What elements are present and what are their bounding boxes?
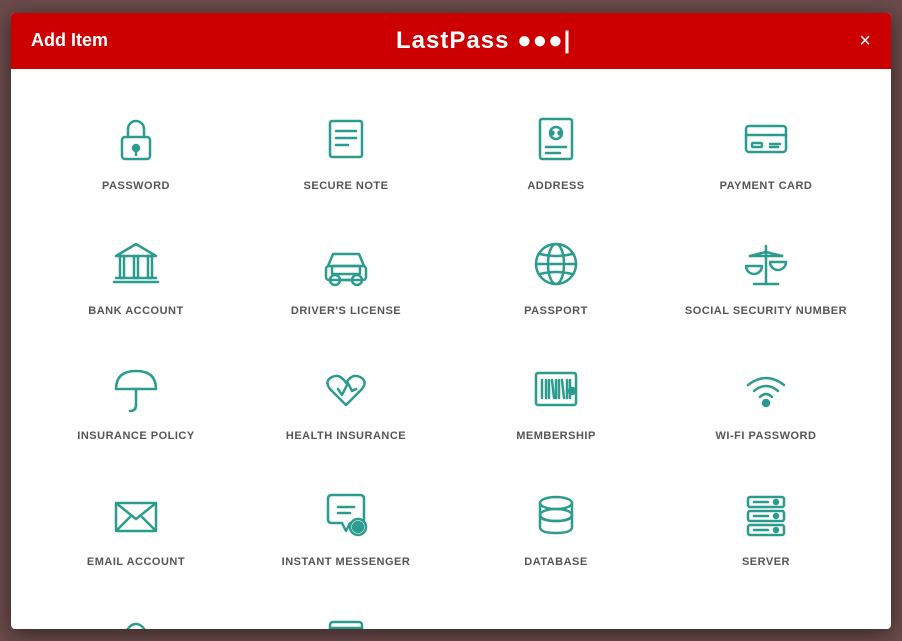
- wifi-icon: [736, 359, 796, 419]
- grid-item-address[interactable]: ADDRESS: [451, 89, 661, 214]
- items-grid: PASSWORD SECURE NOTE ADDRESS PAYMENT CAR…: [11, 79, 891, 629]
- item-label-drivers-license: DRIVER'S LICENSE: [291, 304, 401, 319]
- heart-icon: [316, 359, 376, 419]
- item-label-email-account: EMAIL ACCOUNT: [87, 555, 185, 570]
- item-label-address: ADDRESS: [527, 179, 584, 194]
- item-label-payment-card: PAYMENT CARD: [720, 179, 813, 194]
- server-icon: [736, 485, 796, 545]
- grid-item-membership[interactable]: MEMBERSHIP: [451, 339, 661, 464]
- grid-item-email-account[interactable]: EMAIL ACCOUNT: [31, 465, 241, 590]
- grid-item-wifi-password[interactable]: WI-FI PASSWORD: [661, 339, 871, 464]
- item-label-secure-note: SECURE NOTE: [304, 179, 389, 194]
- grid-item-health-insurance[interactable]: HEALTH INSURANCE: [241, 339, 451, 464]
- grid-item-password[interactable]: PASSWORD: [31, 89, 241, 214]
- item-label-password: PASSWORD: [102, 179, 170, 194]
- scale-icon: [736, 234, 796, 294]
- item-label-health-insurance: HEALTH INSURANCE: [286, 429, 406, 444]
- grid-item-passport[interactable]: PASSPORT: [451, 214, 661, 339]
- item-label-insurance-policy: INSURANCE POLICY: [77, 429, 194, 444]
- grid-item-insurance-policy[interactable]: INSURANCE POLICY: [31, 339, 241, 464]
- car-icon: [316, 234, 376, 294]
- modal-body[interactable]: PASSWORD SECURE NOTE ADDRESS PAYMENT CAR…: [11, 69, 891, 629]
- tablet-icon: [316, 610, 376, 628]
- item-label-social-security: SOCIAL SECURITY NUMBER: [685, 304, 847, 319]
- note-icon: [316, 109, 376, 169]
- grid-item-more1[interactable]: [31, 590, 241, 628]
- close-button[interactable]: ×: [859, 31, 871, 51]
- grid-item-payment-card[interactable]: PAYMENT CARD: [661, 89, 871, 214]
- item-label-wifi-password: WI-FI PASSWORD: [716, 429, 817, 444]
- item-label-instant-messenger: INSTANT MESSENGER: [282, 555, 411, 570]
- grid-item-more2[interactable]: [241, 590, 451, 628]
- hat-icon: [106, 610, 166, 628]
- grid-item-server[interactable]: SERVER: [661, 465, 871, 590]
- chat-icon: [316, 485, 376, 545]
- item-label-server: SERVER: [742, 555, 790, 570]
- item-label-bank-account: BANK ACCOUNT: [88, 304, 183, 319]
- lastpass-logo: LastPass ●●●|: [396, 27, 571, 55]
- barcode-icon: [526, 359, 586, 419]
- item-label-passport: PASSPORT: [524, 304, 588, 319]
- database-icon: [526, 485, 586, 545]
- lock-icon: [106, 109, 166, 169]
- grid-item-drivers-license[interactable]: DRIVER'S LICENSE: [241, 214, 451, 339]
- umbrella-icon: [106, 359, 166, 419]
- modal-header: Add Item LastPass ●●●| ×: [11, 13, 891, 69]
- email-icon: [106, 485, 166, 545]
- grid-item-secure-note[interactable]: SECURE NOTE: [241, 89, 451, 214]
- item-label-membership: MEMBERSHIP: [516, 429, 596, 444]
- passport-icon: [526, 234, 586, 294]
- grid-item-database[interactable]: DATABASE: [451, 465, 661, 590]
- card-icon: [736, 109, 796, 169]
- grid-item-bank-account[interactable]: BANK ACCOUNT: [31, 214, 241, 339]
- bank-icon: [106, 234, 166, 294]
- item-label-database: DATABASE: [524, 555, 587, 570]
- grid-item-instant-messenger[interactable]: INSTANT MESSENGER: [241, 465, 451, 590]
- modal-title: Add Item: [31, 30, 108, 51]
- add-item-modal: Add Item LastPass ●●●| × PASSWORD SECURE…: [11, 13, 891, 629]
- address-icon: [526, 109, 586, 169]
- grid-item-social-security[interactable]: SOCIAL SECURITY NUMBER: [661, 214, 871, 339]
